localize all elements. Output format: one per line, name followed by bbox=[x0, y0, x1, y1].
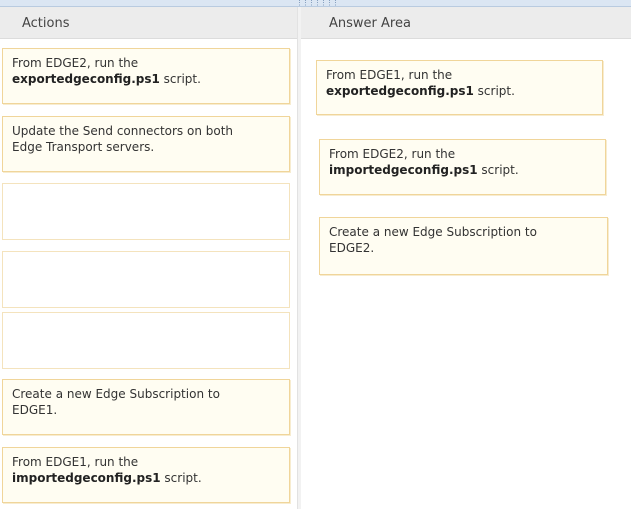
action-item-text-line2: EDGE1. bbox=[12, 403, 58, 417]
action-item-suffix: script. bbox=[160, 471, 202, 485]
answer-panel-title: Answer Area bbox=[329, 16, 411, 31]
action-item-text: From EDGE2, run the bbox=[12, 56, 139, 70]
action-item-script: exportedgeconfig.ps1 bbox=[12, 72, 160, 86]
actions-panel-header: Actions bbox=[0, 7, 297, 39]
action-item-suffix: script. bbox=[159, 72, 201, 86]
action-item-text: Create a new Edge Subscription to bbox=[12, 387, 220, 401]
actions-panel-title: Actions bbox=[22, 16, 70, 31]
answer-item-create-subscription-edge2[interactable]: Create a new Edge Subscription to EDGE2. bbox=[319, 217, 608, 275]
answer-item-suffix: script. bbox=[477, 163, 519, 177]
action-item-empty-slot bbox=[2, 312, 290, 369]
splitter-bar[interactable]: ⋮⋮⋮⋮⋮⋮⋮ bbox=[0, 0, 631, 7]
action-item-update-send-connectors[interactable]: Update the Send connectors on both Edge … bbox=[2, 116, 290, 172]
drag-grip-icon[interactable]: ⋮⋮⋮⋮⋮⋮⋮ bbox=[296, 0, 339, 7]
action-item-empty-slot bbox=[2, 183, 290, 240]
action-item-create-subscription-edge1[interactable]: Create a new Edge Subscription to EDGE1. bbox=[2, 379, 290, 435]
action-item-script: importedgeconfig.ps1 bbox=[12, 471, 161, 485]
answer-panel-header: Answer Area bbox=[300, 7, 631, 39]
action-item-export-edge2[interactable]: From EDGE2, run the exportedgeconfig.ps1… bbox=[2, 48, 290, 104]
answer-item-text-line2: EDGE2. bbox=[329, 241, 375, 255]
action-item-text: Update the Send connectors on both bbox=[12, 124, 234, 138]
action-item-text-line2: Edge Transport servers. bbox=[12, 140, 155, 154]
answer-item-text: Create a new Edge Subscription to bbox=[329, 225, 537, 239]
action-item-import-edge1[interactable]: From EDGE1, run the importedgeconfig.ps1… bbox=[2, 447, 290, 503]
action-item-text: From EDGE1, run the bbox=[12, 455, 139, 469]
answer-item-import-edge2[interactable]: From EDGE2, run the importedgeconfig.ps1… bbox=[319, 139, 606, 195]
action-item-empty-slot bbox=[2, 251, 290, 308]
answer-item-suffix: script. bbox=[473, 84, 515, 98]
answer-item-script: importedgeconfig.ps1 bbox=[329, 163, 478, 177]
answer-item-export-edge1[interactable]: From EDGE1, run the exportedgeconfig.ps1… bbox=[316, 60, 603, 115]
answer-item-text: From EDGE1, run the bbox=[326, 68, 453, 82]
answer-item-script: exportedgeconfig.ps1 bbox=[326, 84, 474, 98]
answer-item-text: From EDGE2, run the bbox=[329, 147, 456, 161]
